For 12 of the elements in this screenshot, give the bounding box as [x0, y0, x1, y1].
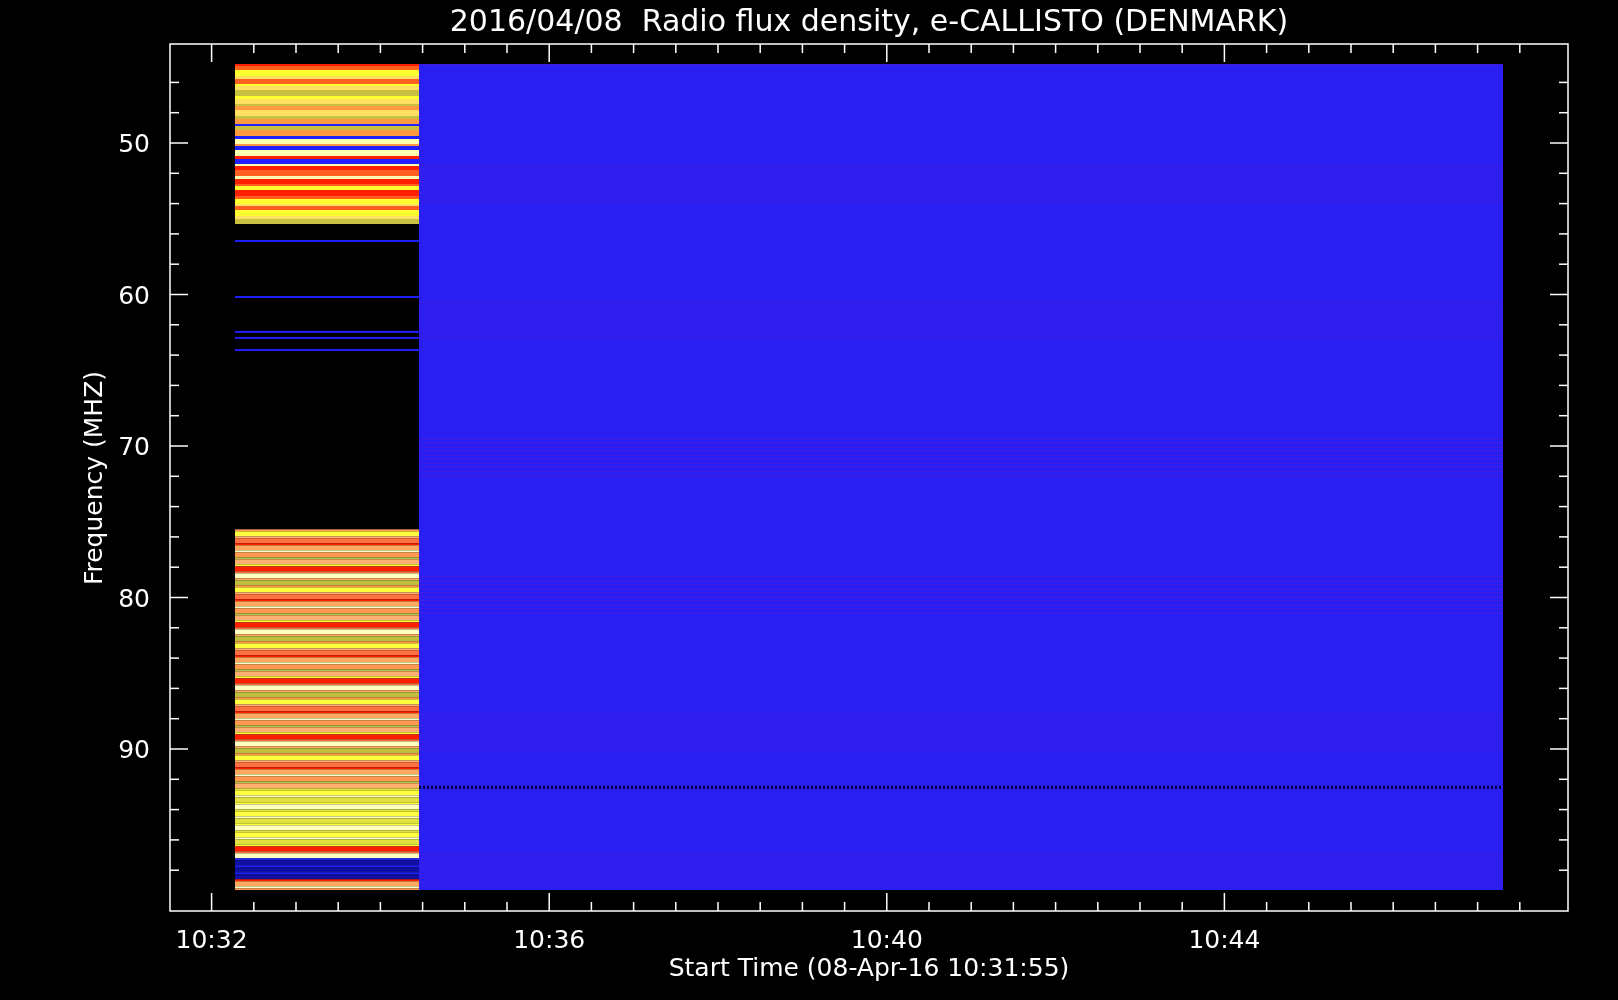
y-tick-label: 70 — [118, 432, 150, 461]
y-axis-title: Frequency (MHZ) — [79, 370, 108, 586]
chart-title: 2016/04/08 Radio flux density, e-CALLISTO (DENMARK) — [449, 3, 1289, 38]
y-tick-label: 80 — [118, 583, 150, 613]
y-tick-label: 60 — [118, 280, 150, 310]
x-tick-label: 10:40 — [850, 925, 923, 954]
y-tick-label: 50 — [118, 129, 150, 158]
x-tick-label: 10:36 — [513, 925, 586, 954]
x-axis-title: Start Time (08-Apr-16 10:31:55) — [668, 953, 1070, 982]
y-tick-label: 90 — [118, 735, 150, 764]
x-tick-label: 10:44 — [1188, 925, 1261, 954]
x-tick-label: 10:32 — [175, 925, 248, 954]
